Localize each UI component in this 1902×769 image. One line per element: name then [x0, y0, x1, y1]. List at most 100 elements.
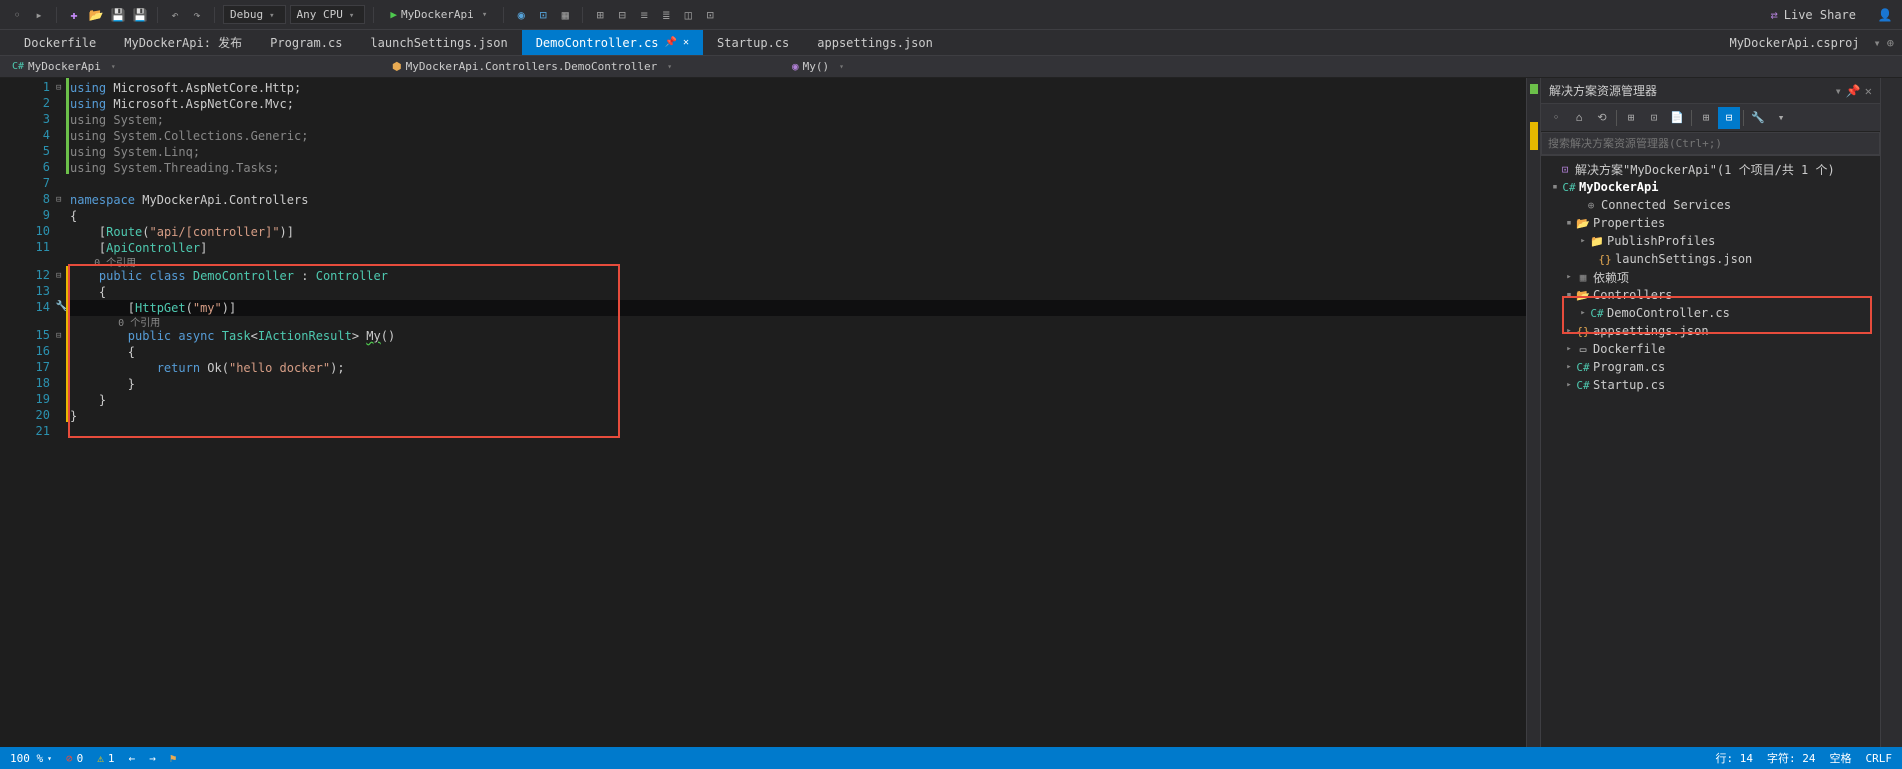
save-icon[interactable]: 💾 [109, 6, 127, 24]
project-node[interactable]: ▪C#MyDockerApi [1541, 178, 1880, 196]
solution-tree: ⊡解决方案"MyDockerApi"(1 个项目/共 1 个) ▪C#MyDoc… [1541, 156, 1880, 747]
line-ending[interactable]: CRLF [1866, 750, 1893, 766]
new-icon[interactable]: ✚ [65, 6, 83, 24]
solution-search-input[interactable] [1541, 132, 1880, 155]
start-debug-button[interactable]: ▶MyDockerApi▾ [382, 6, 495, 23]
tb-icon-2[interactable]: ⊡ [534, 6, 552, 24]
tab-label: MyDockerApi: 发布 [124, 34, 242, 51]
sx-home-icon[interactable]: ⌂ [1568, 107, 1590, 129]
tab-appsettings[interactable]: appsettings.json [803, 30, 947, 55]
pin-icon[interactable]: 📌 [665, 37, 677, 48]
open-icon[interactable]: 📂 [87, 6, 105, 24]
dockerfile-node[interactable]: ▸▭Dockerfile [1541, 340, 1880, 358]
status-bar: 100 %▾ ⊘0 ⚠1 ← → ⚑ 行: 14 字符: 24 空格 CRLF [0, 747, 1902, 769]
tab-startup[interactable]: Startup.cs [703, 30, 803, 55]
panel-pin-icon[interactable]: 📌 [1846, 84, 1861, 98]
redo-icon[interactable]: ↷ [188, 6, 206, 24]
tb-icon-8[interactable]: ◫ [679, 6, 697, 24]
program-node[interactable]: ▸C#Program.cs [1541, 358, 1880, 376]
zoom-level[interactable]: 100 %▾ [10, 752, 52, 765]
tab-program[interactable]: Program.cs [256, 30, 356, 55]
democontroller-node[interactable]: ▸C#DemoController.cs [1541, 304, 1880, 322]
nav-back-icon[interactable]: ◦ [8, 6, 26, 24]
config-dropdown[interactable]: Debug [223, 5, 286, 24]
start-target-label: MyDockerApi [401, 8, 474, 21]
tb-icon-3[interactable]: ▦ [556, 6, 574, 24]
main-toolbar: ◦ ▸ ✚ 📂 💾 💾 ↶ ↷ Debug Any CPU ▶MyDockerA… [0, 0, 1902, 30]
cursor-line: 行: 14 [1716, 750, 1754, 766]
connected-services-node[interactable]: ⊕Connected Services [1541, 196, 1880, 214]
tb-icon-5[interactable]: ⊟ [613, 6, 631, 24]
sx-tb-2[interactable]: ⊡ [1643, 107, 1665, 129]
tab-publish[interactable]: MyDockerApi: 发布 [110, 30, 256, 55]
tab-launchsettings[interactable]: launchSettings.json [356, 30, 521, 55]
panel-dropdown-icon[interactable]: ▾ [1835, 84, 1842, 98]
panel-close-icon[interactable]: ✕ [1865, 84, 1872, 98]
tab-dockerfile[interactable]: Dockerfile [10, 30, 110, 55]
tab-label: Program.cs [270, 36, 342, 50]
fold-icon[interactable]: ⊟ [56, 328, 61, 344]
appsettings-node[interactable]: ▸{}appsettings.json [1541, 322, 1880, 340]
fold-icon[interactable]: ⊟ [56, 192, 61, 208]
nav-fwd-icon[interactable]: ▸ [30, 6, 48, 24]
tb-icon-1[interactable]: ◉ [512, 6, 530, 24]
controllers-node[interactable]: ▪📂Controllers [1541, 286, 1880, 304]
tab-label: Startup.cs [717, 36, 789, 50]
right-tool-dock[interactable] [1880, 78, 1902, 747]
fold-icon[interactable]: ⊟ [56, 80, 61, 96]
solution-node[interactable]: ⊡解决方案"MyDockerApi"(1 个项目/共 1 个) [1541, 160, 1880, 178]
code-nav-bar: C#MyDockerApi ⬢MyDockerApi.Controllers.D… [0, 56, 1902, 78]
indent-mode[interactable]: 空格 [1830, 750, 1852, 766]
close-icon[interactable]: ✕ [683, 37, 689, 48]
sx-wrench-icon[interactable]: 🔧 [1747, 107, 1769, 129]
status-flag-icon[interactable]: ⚑ [170, 752, 177, 765]
document-tabs: Dockerfile MyDockerApi: 发布 Program.cs la… [0, 30, 1902, 56]
fold-icon[interactable]: ⊟ [56, 268, 61, 284]
sx-back-icon[interactable]: ◦ [1545, 107, 1567, 129]
saveall-icon[interactable]: 💾 [131, 6, 149, 24]
nav-class[interactable]: ⬢MyDockerApi.Controllers.DemoController [386, 60, 786, 73]
launchsettings-node[interactable]: {}launchSettings.json [1541, 250, 1880, 268]
live-share-button[interactable]: ⇄Live Share [1763, 6, 1864, 24]
tab-label: Dockerfile [24, 36, 96, 50]
tab-overflow-icon[interactable]: ▾ [1874, 36, 1881, 50]
warning-count[interactable]: ⚠1 [97, 752, 114, 765]
sx-sync-icon[interactable]: ⟲ [1591, 107, 1613, 129]
sx-tb-4[interactable]: ⊞ [1695, 107, 1717, 129]
sx-tb-3[interactable]: 📄 [1666, 107, 1688, 129]
tb-icon-6[interactable]: ≡ [635, 6, 653, 24]
nav-project[interactable]: C#MyDockerApi [6, 60, 386, 73]
account-icon[interactable]: 👤 [1876, 6, 1894, 24]
solution-explorer: 解决方案资源管理器 ▾ 📌 ✕ ◦ ⌂ ⟲ ⊞ ⊡ 📄 ⊞ ⊟ 🔧 ▾ [1540, 78, 1880, 747]
tab-label: appsettings.json [817, 36, 933, 50]
solution-toolbar: ◦ ⌂ ⟲ ⊞ ⊡ 📄 ⊞ ⊟ 🔧 ▾ [1541, 104, 1880, 132]
tb-icon-9[interactable]: ⊡ [701, 6, 719, 24]
sx-tb-1[interactable]: ⊞ [1620, 107, 1642, 129]
solution-search [1541, 132, 1880, 156]
panel-title-label: 解决方案资源管理器 [1549, 82, 1657, 99]
sx-tb-5[interactable]: ⊟ [1718, 107, 1740, 129]
error-count[interactable]: ⊘0 [66, 752, 83, 765]
properties-node[interactable]: ▪📂Properties [1541, 214, 1880, 232]
tb-icon-4[interactable]: ⊞ [591, 6, 609, 24]
nav-fwd-status[interactable]: → [149, 752, 156, 765]
tab-csproj[interactable]: MyDockerApi.csproj [1715, 30, 1873, 55]
tab-add-icon[interactable]: ⊕ [1887, 36, 1894, 50]
publishprofiles-node[interactable]: ▸📁PublishProfiles [1541, 232, 1880, 250]
overview-ruler[interactable] [1526, 78, 1540, 747]
undo-icon[interactable]: ↶ [166, 6, 184, 24]
solution-explorer-title: 解决方案资源管理器 ▾ 📌 ✕ [1541, 78, 1880, 104]
dependencies-node[interactable]: ▸▦依赖项 [1541, 268, 1880, 286]
nav-back-status[interactable]: ← [128, 752, 135, 765]
code-editor[interactable]: 1 2 3 4 5 6 7 8 9 10 11 12 13 14🔧 15 16 … [0, 78, 1540, 747]
tb-icon-7[interactable]: ≣ [657, 6, 675, 24]
platform-dropdown[interactable]: Any CPU [290, 5, 366, 24]
nav-project-label: MyDockerApi [28, 60, 101, 73]
tab-democontroller[interactable]: DemoController.cs📌✕ [522, 30, 703, 55]
cursor-col: 字符: 24 [1767, 750, 1816, 766]
code-area[interactable]: ⊟using Microsoft.AspNetCore.Http; using … [70, 78, 1526, 747]
nav-member[interactable]: ◉My() [786, 60, 1896, 73]
nav-member-label: My() [803, 60, 830, 73]
startup-node[interactable]: ▸C#Startup.cs [1541, 376, 1880, 394]
sx-tb-6[interactable]: ▾ [1770, 107, 1792, 129]
